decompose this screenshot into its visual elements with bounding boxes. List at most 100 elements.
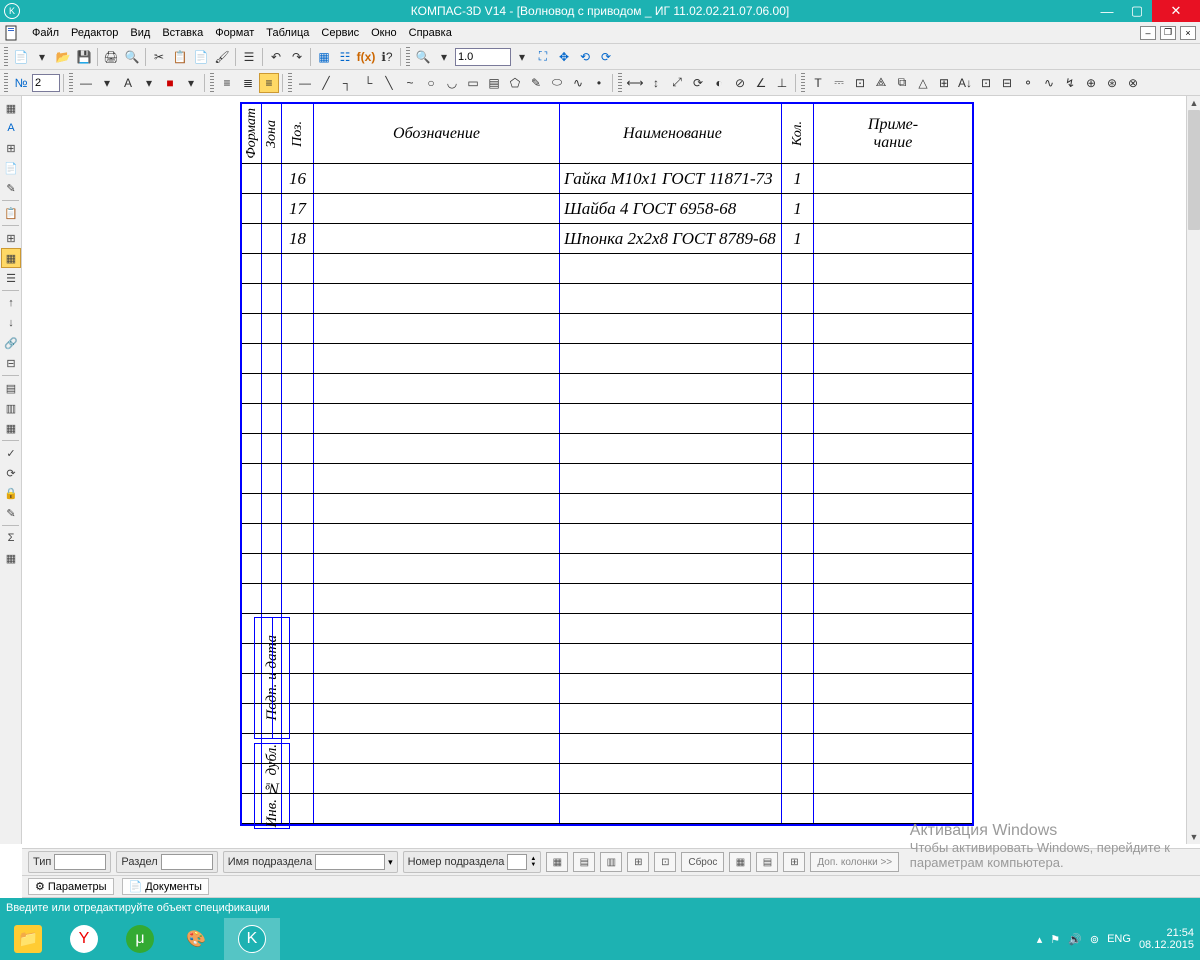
menu-file[interactable]: Файл <box>26 25 65 41</box>
paste-button[interactable]: 📄 <box>191 47 211 67</box>
dim1-button[interactable]: ⟷ <box>625 73 645 93</box>
ellipse-button[interactable]: ⬭ <box>547 73 567 93</box>
table-row[interactable]: 16Гайка М10х1 ГОСТ 11871-731 <box>242 164 972 194</box>
dim7-button[interactable]: ∠ <box>751 73 771 93</box>
style-button[interactable]: — <box>76 73 96 93</box>
lt-list-icon[interactable]: ☰ <box>1 268 21 288</box>
table-row[interactable] <box>242 614 972 644</box>
color-button[interactable]: ■ <box>160 73 180 93</box>
refresh-button[interactable]: ⟳ <box>596 47 616 67</box>
pbar-btn7[interactable]: ▤ <box>756 852 778 872</box>
tip-input[interactable] <box>54 854 106 870</box>
table-row[interactable] <box>242 494 972 524</box>
open-button[interactable]: 📂 <box>53 47 73 67</box>
table-row[interactable] <box>242 554 972 584</box>
table-row[interactable] <box>242 464 972 494</box>
table-row[interactable] <box>242 584 972 614</box>
circle-button[interactable]: ○ <box>421 73 441 93</box>
line5-button[interactable]: ╲ <box>379 73 399 93</box>
table-row[interactable] <box>242 434 972 464</box>
scroll-down-arrow[interactable]: ▼ <box>1187 830 1200 844</box>
print-button[interactable]: 🖨 <box>101 47 121 67</box>
menu-service[interactable]: Сервис <box>315 25 365 41</box>
tray-network-icon[interactable]: ⊚ <box>1090 933 1099 946</box>
line6-button[interactable]: ~ <box>400 73 420 93</box>
format-painter-button[interactable]: 🖌 <box>212 47 232 67</box>
menu-insert[interactable]: Вставка <box>156 25 209 41</box>
fit-button[interactable]: ⛶ <box>533 47 553 67</box>
table-row[interactable] <box>242 524 972 554</box>
nomer-down[interactable]: ▼ <box>530 862 536 868</box>
dim5-button[interactable]: ◐ <box>709 73 729 93</box>
note2-button[interactable]: ⊡ <box>850 73 870 93</box>
note10-button[interactable]: ⚬ <box>1018 73 1038 93</box>
mdi-close[interactable]: × <box>1180 26 1196 40</box>
rect2-button[interactable]: ▤ <box>484 73 504 93</box>
note4-button[interactable]: ⧉ <box>892 73 912 93</box>
zoom-input[interactable] <box>455 48 511 66</box>
style-dropdown[interactable]: ▾ <box>97 73 117 93</box>
copy-button[interactable]: 📋 <box>170 47 190 67</box>
lt-lock-icon[interactable]: 🔒 <box>1 483 21 503</box>
drawing-canvas[interactable]: Формат Зона Поз. Обозначение Наименовани… <box>22 96 1186 844</box>
lt-table-icon[interactable]: ▦ <box>1 248 21 268</box>
note12-button[interactable]: ↯ <box>1060 73 1080 93</box>
menu-help[interactable]: Справка <box>403 25 458 41</box>
mdi-restore[interactable]: ❐ <box>1160 26 1176 40</box>
taskbar-kompas[interactable]: K <box>224 918 280 960</box>
table-row[interactable] <box>242 284 972 314</box>
tab-parametry[interactable]: ⚙ Параметры <box>28 878 114 895</box>
undo-button[interactable]: ↶ <box>266 47 286 67</box>
menu-window[interactable]: Окно <box>365 25 403 41</box>
razdel-input[interactable] <box>161 854 213 870</box>
table-row[interactable]: 18Шпонка 2х2х8 ГОСТ 8789-681 <box>242 224 972 254</box>
table-row[interactable] <box>242 254 972 284</box>
lt-check-icon[interactable]: ✓ <box>1 443 21 463</box>
lt-up-icon[interactable]: ↑ <box>1 293 21 313</box>
table-row[interactable] <box>242 344 972 374</box>
lt-text-icon[interactable]: A <box>1 118 21 138</box>
zoom-combo-arrow[interactable]: ▾ <box>512 47 532 67</box>
cut-button[interactable]: ✂ <box>149 47 169 67</box>
lt-filter2-icon[interactable]: ▥ <box>1 398 21 418</box>
toolbar-grip[interactable] <box>801 73 805 93</box>
lt-copy-icon[interactable]: 📋 <box>1 203 21 223</box>
pbar-btn2[interactable]: ▤ <box>573 852 595 872</box>
variables-button[interactable]: ☷ <box>335 47 355 67</box>
imya-input[interactable] <box>315 854 385 870</box>
text-button[interactable]: T <box>808 73 828 93</box>
note6-button[interactable]: ⊞ <box>934 73 954 93</box>
sbros-button[interactable]: Сброс <box>681 852 724 872</box>
note7-button[interactable]: A↓ <box>955 73 975 93</box>
dim6-button[interactable]: ⊘ <box>730 73 750 93</box>
table-row[interactable] <box>242 374 972 404</box>
lt-spec-icon[interactable]: ▦ <box>1 98 21 118</box>
menu-editor[interactable]: Редактор <box>65 25 124 41</box>
arc-button[interactable]: ◡ <box>442 73 462 93</box>
rect-button[interactable]: ▭ <box>463 73 483 93</box>
new-button[interactable]: 📄 <box>11 47 31 67</box>
table-row[interactable] <box>242 734 972 764</box>
dim2-button[interactable]: ↕ <box>646 73 666 93</box>
lt-tree-icon[interactable]: ⊞ <box>1 228 21 248</box>
toolbar-grip[interactable] <box>618 73 622 93</box>
lt-pen-icon[interactable]: ✎ <box>1 503 21 523</box>
lt-doc-icon[interactable]: 📄 <box>1 158 21 178</box>
pbar-btn4[interactable]: ⊞ <box>627 852 649 872</box>
poly-button[interactable]: ⬠ <box>505 73 525 93</box>
nomer-input[interactable] <box>507 854 527 870</box>
help-pointer-button[interactable]: ℹ? <box>377 47 397 67</box>
align-right-button[interactable]: ≡ <box>259 73 279 93</box>
line1-button[interactable]: — <box>295 73 315 93</box>
align-center-button[interactable]: ≣ <box>238 73 258 93</box>
tray-lang[interactable]: ENG <box>1107 933 1131 945</box>
font-dropdown[interactable]: ▾ <box>139 73 159 93</box>
sketch-button[interactable]: ✎ <box>526 73 546 93</box>
note9-button[interactable]: ⊟ <box>997 73 1017 93</box>
font-button[interactable]: A <box>118 73 138 93</box>
lt-attach-icon[interactable]: 🔗 <box>1 333 21 353</box>
close-button[interactable]: ✕ <box>1152 0 1200 22</box>
minimize-button[interactable]: — <box>1092 0 1122 22</box>
tray-flag-icon[interactable]: ⚑ <box>1050 933 1060 946</box>
page-input[interactable] <box>32 74 60 92</box>
